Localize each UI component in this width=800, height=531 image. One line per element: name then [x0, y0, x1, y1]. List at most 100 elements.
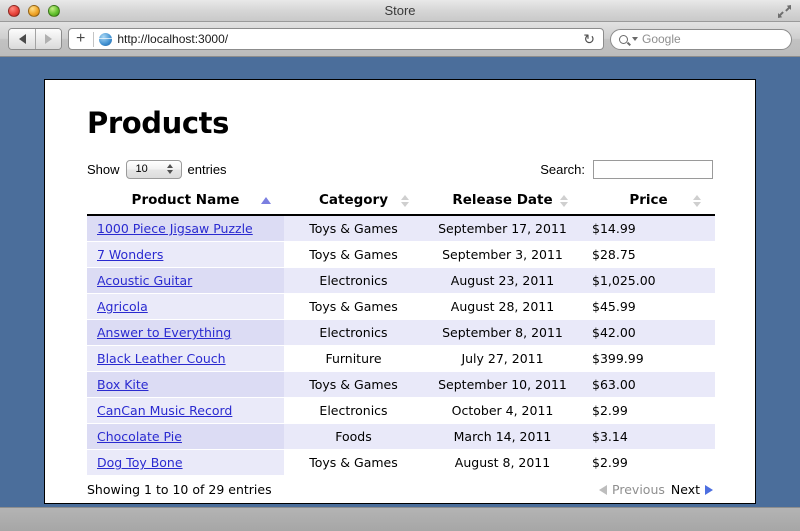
product-link[interactable]: 1000 Piece Jigsaw Puzzle: [97, 221, 253, 236]
sort-none-icon: [559, 194, 568, 208]
forward-triangle-icon: [45, 34, 52, 44]
column-header-category[interactable]: Category: [284, 187, 423, 216]
table-header-row: Product Name Category Release Date Price: [87, 187, 715, 216]
length-menu: Show 10 entries: [87, 159, 227, 179]
product-link[interactable]: CanCan Music Record: [97, 403, 232, 418]
magnifier-icon: [619, 34, 628, 44]
cell-product-name: Answer to Everything: [87, 319, 284, 346]
chevron-down-icon[interactable]: [632, 37, 638, 41]
table-row: 7 Wonders Toys & Games September 3, 2011 $2…: [87, 241, 715, 268]
previous-page-button[interactable]: Previous: [599, 482, 665, 497]
forward-button[interactable]: [35, 29, 61, 49]
previous-label: Previous: [612, 482, 665, 497]
cell-category: Toys & Games: [284, 371, 423, 398]
cell-category: Toys & Games: [284, 241, 423, 268]
sort-arrow-down: [559, 201, 568, 207]
next-triangle-icon: [705, 484, 713, 495]
cell-price: $2.99: [582, 449, 715, 476]
sort-arrow-up: [400, 194, 409, 200]
table-row: Chocolate Pie Foods March 14, 2011 $3.14: [87, 423, 715, 450]
column-label: Product Name: [131, 192, 240, 208]
cell-release-date: August 8, 2011: [423, 449, 582, 476]
products-table: Product Name Category Release Date Price…: [87, 187, 715, 476]
back-triangle-icon: [18, 34, 26, 44]
column-label: Release Date: [452, 192, 553, 208]
sort-arrow-up: [692, 194, 701, 200]
product-link[interactable]: 7 Wonders: [97, 247, 163, 262]
length-prefix-label: Show: [87, 161, 120, 177]
datatable-controls: Show 10 entries Search:: [87, 158, 713, 180]
product-link[interactable]: Chocolate Pie: [97, 429, 182, 444]
stepper-up-icon: [166, 164, 173, 168]
window-title: Store: [384, 3, 416, 18]
sort-none-icon: [692, 194, 701, 208]
table-row: Acoustic Guitar Electronics August 23, 201…: [87, 267, 715, 294]
cell-category: Foods: [284, 423, 423, 450]
length-suffix-label: entries: [187, 161, 227, 177]
cell-product-name: CanCan Music Record: [87, 397, 284, 424]
cell-release-date: September 17, 2011: [423, 215, 582, 242]
cell-price: $42.00: [582, 319, 715, 346]
cell-release-date: October 4, 2011: [423, 397, 582, 424]
browser-window: Store + http://localhost:3000/ ↻ Google …: [0, 0, 800, 531]
product-link[interactable]: Box Kite: [97, 377, 148, 392]
cell-category: Electronics: [284, 397, 423, 424]
page-title: Products: [87, 106, 229, 140]
cell-release-date: September 8, 2011: [423, 319, 582, 346]
globe-icon: [99, 32, 113, 46]
cell-price: $14.99: [582, 215, 715, 242]
entries-per-page-select[interactable]: 10: [125, 159, 182, 179]
next-page-button[interactable]: Next: [671, 482, 713, 497]
table-row: Box Kite Toys & Games September 10, 2011 $6…: [87, 371, 715, 398]
product-link[interactable]: Acoustic Guitar: [97, 273, 192, 288]
cell-price: $3.14: [582, 423, 715, 450]
product-link[interactable]: Dog Toy Bone: [97, 455, 183, 470]
browser-search-field[interactable]: Google: [610, 28, 792, 50]
browser-search-placeholder: Google: [642, 32, 681, 46]
cell-release-date: March 14, 2011: [423, 423, 582, 450]
stepper-arrows-icon[interactable]: [166, 164, 173, 174]
sort-arrow-up: [559, 194, 568, 200]
cell-price: $63.00: [582, 371, 715, 398]
back-button[interactable]: [9, 29, 35, 49]
column-header-release-date[interactable]: Release Date: [423, 187, 582, 216]
search-input[interactable]: [593, 159, 713, 179]
toolbar-divider: [93, 31, 95, 47]
sort-none-icon: [400, 194, 409, 208]
cell-release-date: July 27, 2011: [423, 345, 582, 372]
column-header-price[interactable]: Price: [582, 187, 715, 216]
cell-product-name: Acoustic Guitar: [87, 267, 284, 294]
table-row: Black Leather Couch Furniture July 27, 201…: [87, 345, 715, 372]
cell-release-date: September 10, 2011: [423, 371, 582, 398]
pagination: Previous Next: [599, 482, 713, 497]
product-link[interactable]: Black Leather Couch: [97, 351, 226, 366]
table-info: Showing 1 to 10 of 29 entries: [87, 482, 272, 497]
cell-release-date: August 23, 2011: [423, 267, 582, 294]
column-header-product-name[interactable]: Product Name: [87, 187, 284, 216]
cell-release-date: August 28, 2011: [423, 293, 582, 320]
url-text[interactable]: http://localhost:3000/: [117, 32, 574, 46]
cell-price: $28.75: [582, 241, 715, 268]
cell-category: Toys & Games: [284, 449, 423, 476]
datatable-wrapper: Show 10 entries Search: Product Name Cat…: [87, 158, 715, 497]
cell-category: Electronics: [284, 267, 423, 294]
product-link[interactable]: Agricola: [97, 299, 148, 314]
fullscreen-arrows-icon[interactable]: [777, 4, 792, 19]
browser-toolbar: + http://localhost:3000/ ↻ Google: [0, 22, 800, 57]
product-link[interactable]: Answer to Everything: [97, 325, 231, 340]
sort-arrow-down: [692, 201, 701, 207]
filter-control: Search:: [540, 159, 713, 179]
stepper-down-icon: [166, 170, 173, 174]
reload-icon[interactable]: ↻: [579, 31, 599, 48]
next-label: Next: [670, 482, 700, 497]
address-bar[interactable]: + http://localhost:3000/ ↻: [68, 28, 604, 50]
cell-product-name: 7 Wonders: [87, 241, 284, 268]
cell-price: $2.99: [582, 397, 715, 424]
table-row: 1000 Piece Jigsaw Puzzle Toys & Games Sept…: [87, 215, 715, 242]
cell-price: $1,025.00: [582, 267, 715, 294]
sort-ascending-icon: [260, 194, 271, 208]
cell-product-name: 1000 Piece Jigsaw Puzzle: [87, 215, 284, 242]
window-titlebar: Store: [0, 0, 800, 22]
add-tab-button[interactable]: +: [73, 31, 88, 47]
cell-price: $399.99: [582, 345, 715, 372]
